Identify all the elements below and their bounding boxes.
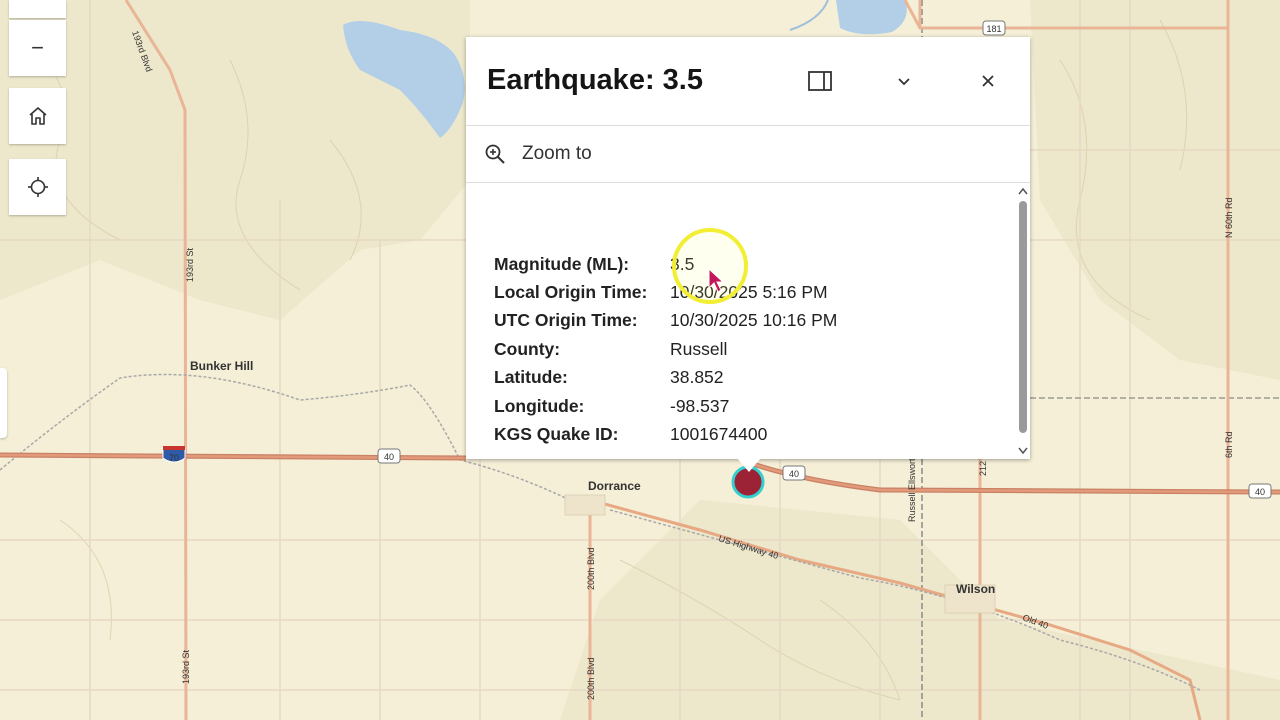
- shield-label: 70: [169, 453, 179, 463]
- attribute-value: 1001674400: [670, 424, 768, 445]
- place-label-wilson: Wilson: [956, 582, 995, 596]
- road-label: 6th Rd: [1224, 431, 1234, 458]
- attribute-name: Magnitude (ML):: [494, 253, 630, 274]
- attribute-row: Longitude: -98.537: [494, 392, 837, 420]
- locate-button[interactable]: [9, 159, 66, 215]
- attribute-name: Latitude:: [494, 367, 568, 388]
- us-40-shield-3: 40: [1248, 483, 1272, 499]
- attribute-value: Russell: [670, 338, 728, 359]
- attribute-value: 3.5: [670, 253, 695, 274]
- attribute-value: -98.537: [670, 395, 730, 416]
- minus-icon: −: [31, 35, 44, 60]
- popup-scrollbar[interactable]: [1016, 185, 1030, 459]
- mouse-cursor-icon: [708, 268, 724, 293]
- attribute-value: 10/30/2025 5:16 PM: [670, 282, 828, 303]
- home-icon: [28, 107, 47, 125]
- zoom-to-label: Zoom to: [522, 143, 592, 164]
- shield-label: 40: [789, 469, 799, 479]
- collapse-button[interactable]: [884, 61, 924, 101]
- close-button[interactable]: [968, 61, 1008, 101]
- attribute-row: Latitude: 38.852: [494, 364, 837, 392]
- popup-content: Magnitude (ML): 3.5 Local Origin Time: 1…: [466, 183, 1016, 459]
- place-label-bunker-hill: Bunker Hill: [190, 359, 253, 373]
- road-label: 200th Blvd: [586, 657, 596, 700]
- interstate-70-shield: 70: [162, 446, 186, 463]
- route-181-shield: 181: [982, 20, 1006, 36]
- popup-title: Earthquake: 3.5: [487, 64, 703, 96]
- feature-popup: Earthquake: 3.5 Zoom to Magnitude (ML): …: [466, 37, 1030, 459]
- shield-label: 40: [1255, 487, 1265, 497]
- dock-button[interactable]: [800, 61, 840, 101]
- attribute-row: Local Origin Time: 10/30/2025 5:16 PM: [494, 278, 837, 306]
- home-button[interactable]: [9, 88, 66, 144]
- zoom-in-icon: [485, 144, 505, 164]
- zoom-out-button[interactable]: −: [9, 20, 66, 76]
- popup-pointer: [737, 458, 761, 472]
- attribute-name: Longitude:: [494, 395, 585, 416]
- attribute-name: Local Origin Time:: [494, 282, 648, 303]
- attribute-name: KGS Quake ID:: [494, 424, 619, 445]
- attribute-name: UTC Origin Time:: [494, 310, 638, 331]
- shield-label: 40: [384, 452, 394, 462]
- attribute-table: Magnitude (ML): 3.5 Local Origin Time: 1…: [494, 250, 837, 449]
- road-label: 200th Blvd: [586, 547, 596, 590]
- dock-icon: [808, 71, 832, 91]
- road-label: Russell Ellsworth: [907, 453, 917, 522]
- attribute-value: 38.852: [670, 367, 724, 388]
- us-40-shield-2: 40: [782, 465, 806, 481]
- attribute-row: UTC Origin Time: 10/30/2025 10:16 PM: [494, 307, 837, 335]
- zoom-to-action[interactable]: Zoom to: [466, 126, 1030, 183]
- attribute-name: County:: [494, 338, 561, 359]
- chevron-down-icon: [898, 78, 910, 86]
- road-label: 193rd St: [181, 649, 191, 684]
- road-label: 212: [978, 461, 988, 476]
- attribute-row: Magnitude (ML): 3.5: [494, 250, 837, 278]
- us-40-shield-1: 40: [377, 448, 401, 464]
- road-label: 193rd St: [185, 247, 195, 282]
- shield-label: 181: [986, 24, 1001, 34]
- close-icon: [982, 75, 994, 87]
- attribute-value: 10/30/2025 10:16 PM: [670, 310, 838, 331]
- road-label: N 60th Rd: [1224, 197, 1234, 238]
- popup-header: Earthquake: 3.5: [466, 37, 1030, 126]
- locate-icon: [27, 177, 48, 197]
- side-panel-handle[interactable]: [0, 368, 7, 438]
- attribute-row: KGS Quake ID: 1001674400: [494, 420, 837, 448]
- attribute-row: County: Russell: [494, 335, 837, 363]
- place-label-dorrance: Dorrance: [588, 479, 641, 493]
- zoom-in-button[interactable]: [9, 0, 66, 18]
